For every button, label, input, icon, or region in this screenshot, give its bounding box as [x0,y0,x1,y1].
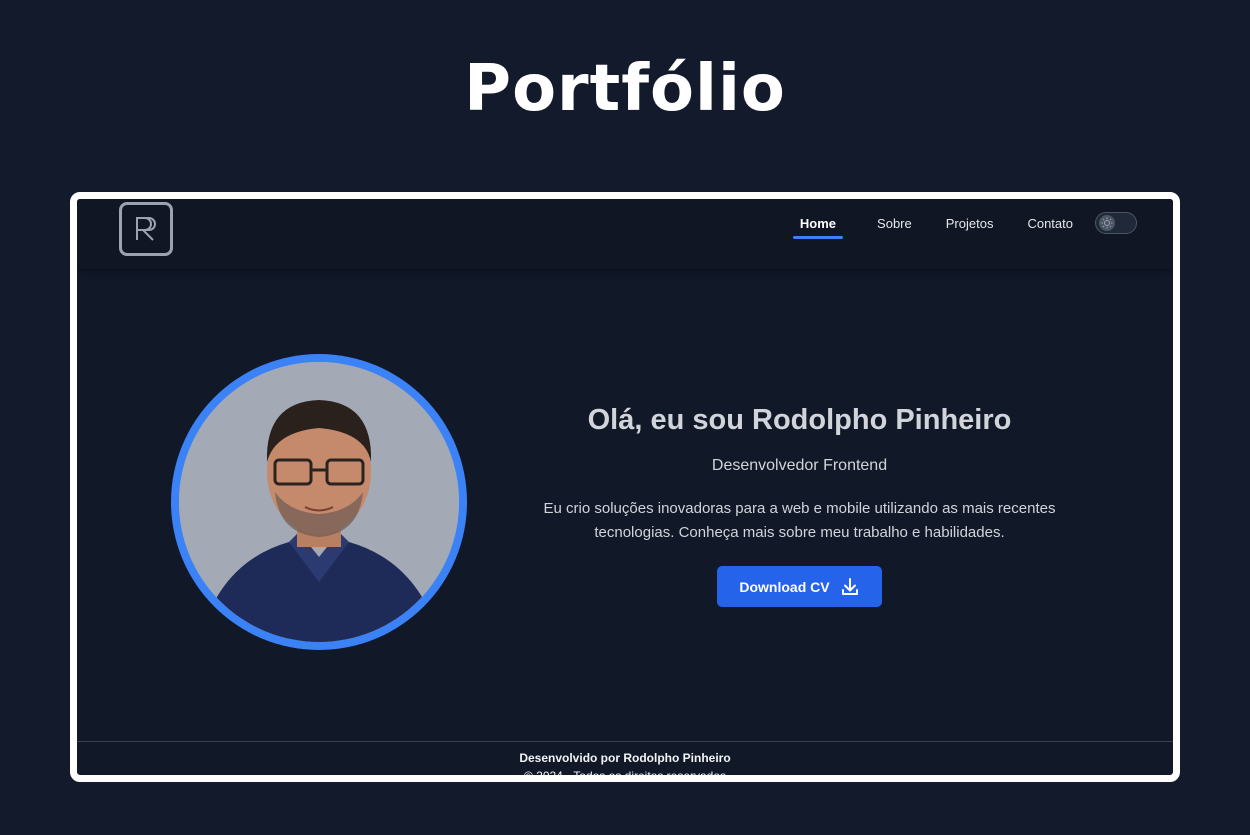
sun-icon [1101,217,1113,229]
profile-photo [179,362,459,642]
nav-link-contato[interactable]: Contato [1027,216,1073,239]
navbar: Home Sobre Projetos Contato [77,199,1173,269]
browser-frame: Home Sobre Projetos Contato Olá, eu sou … [70,192,1180,782]
download-icon [841,577,858,595]
footer-credit: Desenvolvido por Rodolpho Pinheiro [519,751,731,765]
hero-section: Olá, eu sou Rodolpho Pinheiro Desenvolve… [517,404,1082,607]
avatar [179,362,459,642]
toggle-knob [1099,215,1115,231]
download-cv-label: Download CV [739,578,830,595]
download-cv-button[interactable]: Download CV [717,566,882,607]
theme-toggle[interactable] [1095,212,1137,234]
nav-links: Home Sobre Projetos Contato [792,216,1073,239]
hero-description: Eu crio soluções inovadoras para a web e… [543,500,1056,541]
page-title: Portfólio [464,52,786,126]
nav-link-home[interactable]: Home [792,216,844,239]
avatar-ring [171,354,467,650]
hero-name: Olá, eu sou Rodolpho Pinheiro [587,404,1012,436]
nav-link-projetos[interactable]: Projetos [946,216,994,239]
footer-copyright: © 2024 - Todos os direitos reservados [523,769,727,782]
logo[interactable] [119,202,173,256]
nav-link-sobre[interactable]: Sobre [877,216,912,239]
footer: Desenvolvido por Rodolpho Pinheiro © 202… [77,741,1173,782]
rp-monogram-logo [136,217,156,241]
hero-role: Desenvolvedor Frontend [711,457,888,474]
